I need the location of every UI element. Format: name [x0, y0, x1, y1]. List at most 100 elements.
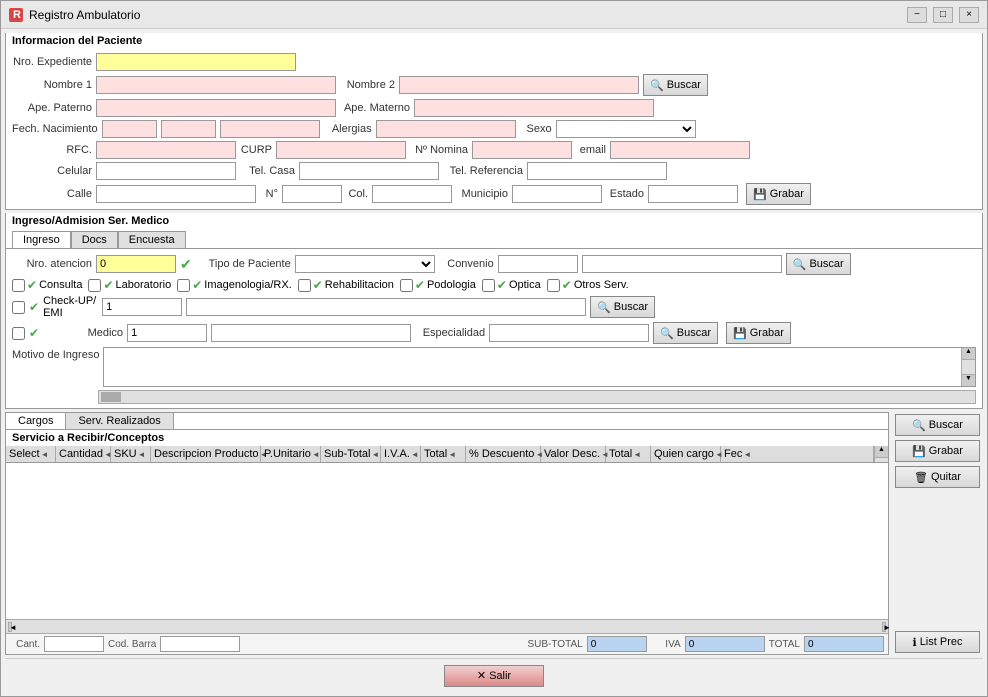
subtotal-label: SUB-TOTAL [527, 639, 582, 650]
th-desc-pct[interactable]: % Descuento ◄ [466, 446, 541, 462]
cod-barra-input[interactable] [160, 636, 240, 652]
th-valor-desc[interactable]: Valor Desc. ◄ [541, 446, 606, 462]
fech-input2[interactable] [161, 120, 216, 138]
estado-input[interactable] [648, 185, 738, 203]
th-fec[interactable]: Fec ◄ [721, 446, 874, 462]
minimize-button[interactable]: − [907, 7, 927, 23]
medico-input1[interactable] [127, 324, 207, 342]
motivo-textarea[interactable] [104, 348, 961, 386]
calle-input[interactable] [96, 185, 256, 203]
grabar-patient-button[interactable]: 💾 Grabar [746, 183, 811, 205]
municipio-label: Municipio [456, 188, 508, 200]
salir-button[interactable]: ✕ Salir [444, 665, 544, 687]
hscroll-right[interactable]: ► [882, 622, 886, 632]
total-val[interactable] [804, 636, 884, 652]
check-laboratorio[interactable] [88, 279, 101, 292]
th-total2[interactable]: Total ◄ [606, 446, 651, 462]
email-input[interactable] [610, 141, 750, 159]
table-vscroll[interactable]: ▲ [874, 446, 888, 462]
tab-cargos[interactable]: Cargos [6, 413, 66, 429]
grabar-admission-button[interactable]: 💾 Grabar [726, 322, 791, 344]
nro-atencion-input[interactable] [96, 255, 176, 273]
th-iva[interactable]: I.V.A. ◄ [381, 446, 421, 462]
celular-input[interactable] [96, 162, 236, 180]
grabar-icon: 💾 [733, 327, 747, 340]
sexo-select[interactable] [556, 120, 696, 138]
direccion-row: Calle N° Col. Municipio Estado 💾 Grabar [12, 183, 976, 205]
buscar-button[interactable]: 🔍 Buscar [643, 74, 708, 96]
th-sub-total[interactable]: Sub-Total ◄ [321, 446, 381, 462]
search-icon: 🔍 [597, 301, 611, 314]
list-prec-button[interactable]: ℹ List Prec [895, 631, 980, 653]
th-select[interactable]: Select ◄ [6, 446, 56, 462]
especialidad-input[interactable] [489, 324, 649, 342]
check-imagenologia[interactable] [177, 279, 190, 292]
buscar-cargos-button[interactable]: 🔍 Buscar [895, 414, 980, 436]
check-rehabilitacion[interactable] [298, 279, 311, 292]
tab-serv-realizados[interactable]: Serv. Realizados [66, 413, 173, 429]
tab-docs[interactable]: Docs [71, 231, 118, 248]
window-title: Registro Ambulatorio [29, 8, 901, 22]
alergias-input[interactable] [376, 120, 516, 138]
medico-input2[interactable] [211, 324, 411, 342]
hscroll-thumb [101, 392, 121, 402]
buscar-convenio-button[interactable]: 🔍 Buscar [786, 253, 851, 275]
iva-val[interactable] [685, 636, 765, 652]
maximize-button[interactable]: □ [933, 7, 953, 23]
cant-input[interactable] [44, 636, 104, 652]
scroll-up-btn[interactable]: ▲ [962, 348, 975, 360]
col-label: Col. [346, 188, 368, 200]
nombre1-input[interactable] [96, 76, 336, 94]
th-desc-prod[interactable]: Descripcion Producto ◄ [151, 446, 261, 462]
check-consulta[interactable] [12, 279, 25, 292]
tel-casa-input[interactable] [299, 162, 439, 180]
convenio-desc-input[interactable] [582, 255, 782, 273]
municipio-input[interactable] [512, 185, 602, 203]
convenio-input[interactable] [498, 255, 578, 273]
lower-area: Ingreso/Admision Ser. Medico Ingreso Doc… [5, 213, 983, 655]
grabar-icon: 💾 [912, 445, 926, 458]
tel-ref-input[interactable] [527, 162, 667, 180]
rfc-input[interactable] [96, 141, 236, 159]
expediente-input[interactable] [96, 53, 296, 71]
quitar-button[interactable]: 🗑 Quitar [895, 466, 980, 488]
check-otros[interactable] [547, 279, 560, 292]
ape-paterno-input[interactable] [96, 99, 336, 117]
check-checkup[interactable] [12, 301, 25, 314]
search-icon: 🔍 [912, 419, 926, 432]
nombre2-input[interactable] [399, 76, 639, 94]
checkup-input1[interactable] [102, 298, 182, 316]
th-total1[interactable]: Total ◄ [421, 446, 466, 462]
check-optica[interactable] [482, 279, 495, 292]
scroll-down-btn[interactable]: ▼ [962, 374, 975, 386]
close-button[interactable]: × [959, 7, 979, 23]
table-hscroll[interactable]: ◄ ► [6, 619, 888, 633]
vscroll-up[interactable]: ▲ [875, 446, 888, 458]
th-sku[interactable]: SKU ◄ [111, 446, 151, 462]
buscar-checkup-button[interactable]: 🔍 Buscar [590, 296, 655, 318]
th-cantidad[interactable]: Cantidad ◄ [56, 446, 111, 462]
check-podologia[interactable] [400, 279, 413, 292]
ape-materno-input[interactable] [414, 99, 654, 117]
tab-encuesta[interactable]: Encuesta [118, 231, 186, 248]
tab-ingreso[interactable]: Ingreso [12, 231, 71, 248]
hscroll-left[interactable]: ◄ [8, 622, 12, 632]
check-medico[interactable] [12, 327, 25, 340]
th-p-unitario[interactable]: P.Unitario ◄ [261, 446, 321, 462]
no-input[interactable] [282, 185, 342, 203]
nomina-input[interactable] [472, 141, 572, 159]
checkup-input2[interactable] [186, 298, 586, 316]
col-input[interactable] [372, 185, 452, 203]
grabar-cargos-button[interactable]: 💾 Grabar [895, 440, 980, 462]
curp-input[interactable] [276, 141, 406, 159]
scroll-track [962, 360, 975, 374]
th-quien-cargo[interactable]: Quien cargo ◄ [651, 446, 721, 462]
buscar-medico-button[interactable]: 🔍 Buscar [653, 322, 718, 344]
fech-input3[interactable] [220, 120, 320, 138]
checkup-label: Check-UP/EMI [43, 295, 98, 319]
motivo-hscroll[interactable] [98, 390, 976, 404]
fech-input1[interactable] [102, 120, 157, 138]
tipo-paciente-select[interactable] [295, 255, 435, 273]
servicio-label: Servicio a Recibir/Conceptos [6, 430, 888, 446]
subtotal-val[interactable] [587, 636, 647, 652]
